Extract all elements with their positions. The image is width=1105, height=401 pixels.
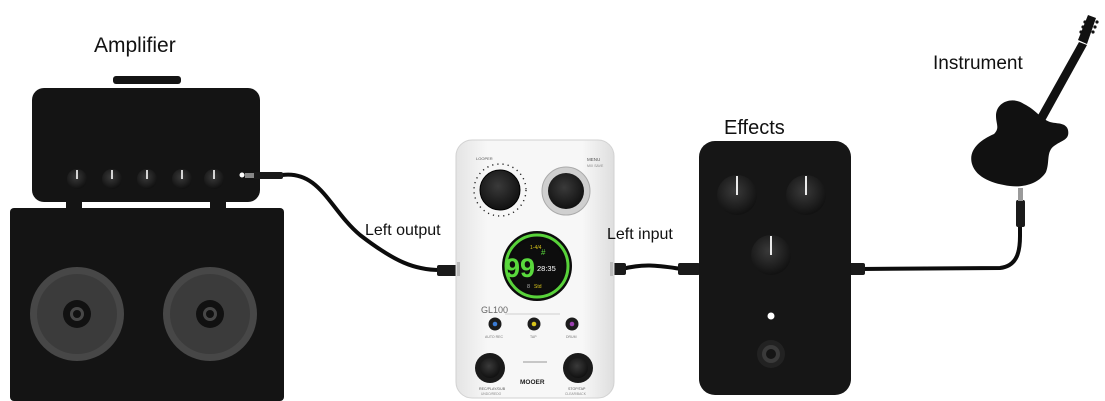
screen-sharp: #	[541, 248, 546, 257]
pedal-brand: MOOER	[520, 379, 545, 386]
left-input-label: Left input	[607, 226, 673, 243]
looper-pedal: LOOPER MENU MIX SAVE 1-4/4 99 # 28:35 8 …	[455, 139, 615, 399]
effects-label: Effects	[724, 117, 785, 139]
footswitch-left-label: REC/PLAY/DUB	[479, 387, 506, 391]
screen-big-number: 99	[505, 253, 535, 283]
speaker-right	[163, 267, 257, 361]
jack-plug-instrument	[1016, 200, 1025, 227]
drum-label: DRUM	[566, 335, 577, 339]
tap-label: TAP	[530, 335, 537, 339]
speaker-left	[30, 267, 124, 361]
stop-tap-footswitch[interactable]	[563, 353, 593, 383]
menu-sublabel: MIX SAVE	[587, 164, 604, 168]
screen-time: 28:35	[537, 264, 556, 273]
footswitch-left-sublabel: UNDO/REDO	[481, 392, 502, 396]
screen-top-text: 1-4/4	[530, 245, 542, 251]
amp-input-jack	[239, 172, 245, 178]
tap-button[interactable]	[527, 317, 541, 331]
display-screen: 1-4/4 99 # 28:35 8 Std	[502, 231, 572, 301]
cable-effects-to-looper	[621, 263, 683, 271]
effects-pedal	[699, 141, 851, 395]
left-output-label: Left output	[365, 222, 441, 239]
pedal-model: GL100	[481, 305, 508, 315]
drum-button[interactable]	[565, 317, 579, 331]
menu-encoder[interactable]	[541, 166, 591, 216]
screen-left-marker: 8	[527, 284, 530, 290]
menu-label: MENU	[587, 157, 600, 162]
jack-plug-amp	[253, 172, 283, 179]
cable-instrument-to-effects	[859, 225, 1022, 271]
jack-plug-effects-output	[678, 263, 700, 275]
looper-knob-label: LOOPER	[476, 156, 493, 161]
screen-bottom-text: Std	[534, 284, 542, 290]
auto-rec-label: AUTO REC	[485, 335, 503, 339]
amp-handle	[113, 76, 181, 84]
auto-rec-button[interactable]	[488, 317, 502, 331]
effects-footswitch[interactable]	[757, 340, 785, 368]
footswitch-right-label: STOP/TAP	[568, 387, 586, 391]
effects-led	[767, 312, 775, 320]
instrument-label: Instrument	[933, 53, 1023, 74]
footswitch-right-sublabel: CLEAR/BACK	[565, 392, 587, 396]
amplifier	[10, 76, 284, 401]
guitar-icon	[971, 15, 1099, 187]
amplifier-label: Amplifier	[94, 34, 176, 57]
rec-play-footswitch[interactable]	[475, 353, 505, 383]
cables	[245, 172, 1025, 276]
